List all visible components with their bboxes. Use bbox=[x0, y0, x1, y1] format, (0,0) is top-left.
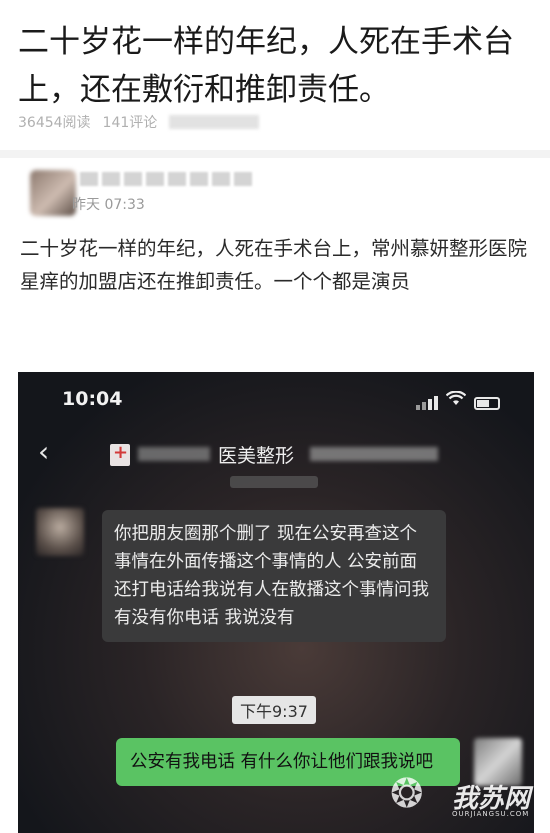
redacted-title-part bbox=[310, 447, 438, 461]
chevron-left-icon[interactable]: ‹ bbox=[38, 438, 49, 466]
incoming-message[interactable]: 你把朋友圈那个删了 现在公安再查这个事情在外面传播这个事情的人 公安前面还打电话… bbox=[102, 510, 446, 642]
article-headline: 二十岁花一样的年纪，人死在手术台上，还在敷衍和推卸责任。 bbox=[18, 24, 514, 108]
watermark-url: OURJIANGSU.COM bbox=[452, 810, 530, 818]
sender-avatar[interactable] bbox=[36, 508, 84, 556]
battery-icon bbox=[474, 397, 500, 410]
post-body: 二十岁花一样的年纪，人死在手术台上，常州慕妍整形医院星痒的加盟店还在推卸责任。一… bbox=[20, 237, 528, 293]
redacted-meta bbox=[169, 115, 260, 129]
redacted-title-part bbox=[138, 447, 210, 461]
section-divider bbox=[0, 150, 550, 158]
post-author: 昨天 07:33 bbox=[22, 168, 522, 228]
wifi-icon bbox=[445, 390, 467, 410]
chat-title: 医美整形 bbox=[218, 445, 295, 467]
site-watermark: ❂ 我苏网 OURJIANGSU.COM bbox=[390, 766, 534, 832]
avatar[interactable] bbox=[30, 170, 76, 216]
chat-screenshot[interactable]: 10:04 ‹ 医美整形 你把朋友圈那个删了 现在公安再查这个事情在外面传播这个… bbox=[18, 372, 534, 833]
post-time: 昨天 07:33 bbox=[72, 197, 145, 213]
phone-status-bar: 10:04 bbox=[18, 372, 534, 424]
watermark-logo-icon: ❂ bbox=[390, 771, 424, 817]
article-meta: 36454阅读 141评论 bbox=[18, 112, 260, 132]
read-count: 36454阅读 bbox=[18, 115, 91, 131]
comment-count[interactable]: 141评论 bbox=[103, 112, 158, 132]
cropped-timestamp bbox=[230, 476, 318, 488]
clinic-logo-icon bbox=[110, 442, 130, 466]
message-timestamp: 下午9:37 bbox=[232, 696, 316, 724]
chat-header: ‹ 医美整形 bbox=[18, 430, 534, 478]
signal-icon bbox=[416, 396, 438, 410]
redacted-author-name bbox=[80, 172, 252, 186]
status-time: 10:04 bbox=[62, 388, 123, 410]
